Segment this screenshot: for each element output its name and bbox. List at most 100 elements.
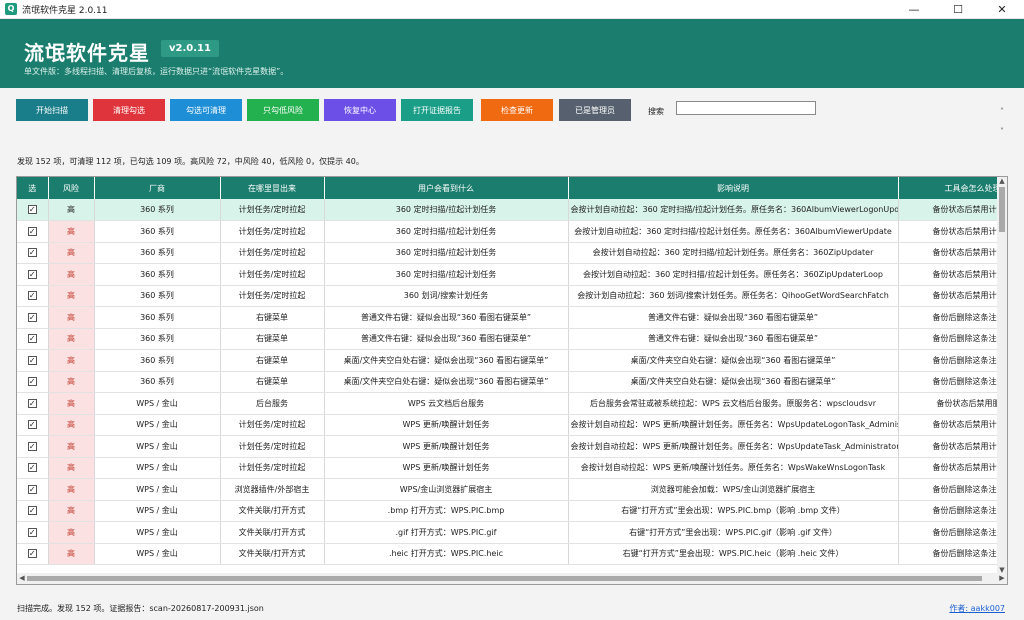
row-checkbox[interactable]: ✓ xyxy=(27,226,37,236)
cell-select: ✓ xyxy=(17,349,49,372)
restore-center-button[interactable]: 恢复中心 xyxy=(324,99,396,121)
row-checkbox[interactable]: ✓ xyxy=(27,269,37,279)
chevron-down-icon[interactable]: ˅ xyxy=(998,122,1006,142)
cell-location: 文件关联/打开方式 xyxy=(220,521,325,544)
close-button[interactable]: ✕ xyxy=(980,0,1024,19)
table-row[interactable]: ✓ 高 360 系列 右键菜单 普通文件右键：疑似会出现“360 看图右键菜单” 普通文件… xyxy=(17,306,1007,329)
cell-location: 右键菜单 xyxy=(220,371,325,393)
cell-vendor: 360 系列 xyxy=(94,220,221,243)
table-row[interactable]: ✓ 高 WPS / 金山 浏览器插件/外部宿主 WPS/金山浏览器扩展宿主 浏览器可能会加… xyxy=(17,478,1007,501)
cell-impact: 会按计划自动拉起：WPS 更新/唤醒计划任务。原任务名：WpsWakeWnsLo… xyxy=(568,457,899,479)
open-report-button[interactable]: 打开证据报告 xyxy=(401,99,473,121)
toolbar-scroll[interactable]: ˄ ˅ xyxy=(998,102,1006,142)
cell-action: 备份后删除这条注册表 xyxy=(898,349,1007,372)
cell-impact: 右键“打开方式”里会出现：WPS.PIC.gif（影响 .gif 文件） xyxy=(568,521,899,544)
window-title: 流氓软件克星 2.0.11 xyxy=(22,5,108,16)
cell-select: ✓ xyxy=(17,199,49,221)
table-row[interactable]: ✓ 高 360 系列 右键菜单 桌面/文件夹空白处右键：疑似会出现“360 看图右键菜单… xyxy=(17,371,1007,393)
table-row[interactable]: ✓ 高 WPS / 金山 后台服务 WPS 云文档后台服务 后台服务会常驻或被系统拉起：W… xyxy=(17,392,1007,415)
vertical-scroll-thumb[interactable] xyxy=(999,187,1005,232)
table-row[interactable]: ✓ 高 360 系列 计划任务/定时拉起 360 定时扫描/拉起计划任务 会按计划自动拉起… xyxy=(17,263,1007,286)
row-checkbox[interactable]: ✓ xyxy=(27,506,37,516)
admin-status-button[interactable]: 已是管理员 xyxy=(559,99,631,121)
cell-action: 备份状态后禁用计划任 xyxy=(898,199,1007,221)
cell-select: ✓ xyxy=(17,478,49,501)
cell-action: 备份状态后禁用计划任 xyxy=(898,242,1007,264)
horizontal-scroll-thumb[interactable] xyxy=(27,576,982,581)
row-checkbox[interactable]: ✓ xyxy=(27,527,37,537)
table-row[interactable]: ✓ 高 360 系列 右键菜单 桌面/文件夹空白处右键：疑似会出现“360 看图右键菜单… xyxy=(17,349,1007,372)
row-checkbox[interactable]: ✓ xyxy=(27,291,37,301)
horizontal-scrollbar[interactable]: ◀ ▶ xyxy=(17,573,1007,584)
cell-user-sees: 桌面/文件夹空白处右键：疑似会出现“360 看图右键菜单” xyxy=(324,371,569,393)
cell-action: 备份后删除这条注册表 xyxy=(898,371,1007,393)
vertical-scrollbar[interactable]: ▲ ▼ xyxy=(997,177,1007,574)
row-checkbox[interactable]: ✓ xyxy=(27,484,37,494)
row-checkbox[interactable]: ✓ xyxy=(27,398,37,408)
table-row[interactable]: ✓ 高 WPS / 金山 文件关联/打开方式 .bmp 打开方式：WPS.PIC.bmp… xyxy=(17,500,1007,522)
table-row[interactable]: ✓ 高 WPS / 金山 文件关联/打开方式 .heic 打开方式：WPS.PIC.he… xyxy=(17,543,1007,565)
table-row[interactable]: ✓ 高 WPS / 金山 计划任务/定时拉起 WPS 更新/唤醒计划任务 会按计划自动拉起… xyxy=(17,435,1007,458)
cell-select: ✓ xyxy=(17,242,49,264)
results-table: 选 风险 厂商 在哪里冒出来 用户会看到什么 影响说明 工具会怎么处理 ✓ 高 36… xyxy=(16,176,1008,585)
scroll-left-icon[interactable]: ◀ xyxy=(17,573,27,584)
app-title: 流氓软件克星 xyxy=(24,41,150,65)
table-row[interactable]: ✓ 高 WPS / 金山 计划任务/定时拉起 WPS 更新/唤醒计划任务 会按计划自动拉起… xyxy=(17,414,1007,436)
col-vendor[interactable]: 厂商 xyxy=(94,177,221,199)
search-input[interactable] xyxy=(676,101,816,115)
row-checkbox[interactable]: ✓ xyxy=(27,420,37,430)
col-location[interactable]: 在哪里冒出来 xyxy=(220,177,325,199)
check-update-button[interactable]: 检查更新 xyxy=(481,99,553,121)
row-checkbox[interactable]: ✓ xyxy=(27,334,37,344)
cell-select: ✓ xyxy=(17,263,49,286)
table-row[interactable]: ✓ 高 WPS / 金山 文件关联/打开方式 .gif 打开方式：WPS.PIC.gif… xyxy=(17,521,1007,544)
cell-impact: 会按计划自动拉起：360 定时扫描/拉起计划任务。原任务名：360ZipUpda… xyxy=(568,242,899,264)
cell-action: 备份状态后禁用计划任 xyxy=(898,414,1007,436)
col-risk[interactable]: 风险 xyxy=(48,177,95,199)
row-checkbox[interactable]: ✓ xyxy=(27,377,37,387)
cell-user-sees: 普通文件右键：疑似会出现“360 看图右键菜单” xyxy=(324,328,569,350)
cell-select: ✓ xyxy=(17,392,49,415)
table-row[interactable]: ✓ 高 WPS / 金山 计划任务/定时拉起 WPS 更新/唤醒计划任务 会按计划自动拉起… xyxy=(17,457,1007,479)
row-checkbox[interactable]: ✓ xyxy=(27,441,37,451)
table-row[interactable]: ✓ 高 360 系列 计划任务/定时拉起 360 划词/搜索计划任务 会按计划自动拉起：3… xyxy=(17,285,1007,307)
cell-impact: 会按计划自动拉起：360 定时扫描/拉起计划任务。原任务名：360AlbumVi… xyxy=(568,199,899,221)
row-checkbox[interactable]: ✓ xyxy=(27,312,37,322)
col-select[interactable]: 选 xyxy=(17,177,49,199)
start-scan-button[interactable]: 开始扫描 xyxy=(16,99,88,121)
cell-select: ✓ xyxy=(17,328,49,350)
row-checkbox[interactable]: ✓ xyxy=(27,463,37,473)
cell-risk: 高 xyxy=(48,414,95,436)
col-user-sees[interactable]: 用户会看到什么 xyxy=(324,177,569,199)
table-row[interactable]: ✓ 高 360 系列 右键菜单 普通文件右键：疑似会出现“360 看图右键菜单” 普通文件… xyxy=(17,328,1007,350)
chevron-up-icon[interactable]: ˄ xyxy=(998,102,1006,122)
cell-vendor: WPS / 金山 xyxy=(94,500,221,522)
table-row[interactable]: ✓ 高 360 系列 计划任务/定时拉起 360 定时扫描/拉起计划任务 会按计划自动拉起… xyxy=(17,199,1007,221)
window-controls: — ☐ ✕ xyxy=(892,0,1024,19)
scroll-up-icon[interactable]: ▲ xyxy=(997,177,1007,185)
cell-vendor: 360 系列 xyxy=(94,328,221,350)
check-cleanable-button[interactable]: 勾选可清理 xyxy=(170,99,242,121)
col-action[interactable]: 工具会怎么处理 xyxy=(898,177,1007,199)
search-label: 搜索 xyxy=(648,107,664,116)
cell-impact: 会按计划自动拉起：WPS 更新/唤醒计划任务。原任务名：WpsUpdateLog… xyxy=(568,414,899,436)
table-row[interactable]: ✓ 高 360 系列 计划任务/定时拉起 360 定时扫描/拉起计划任务 会按计划自动拉起… xyxy=(17,220,1007,243)
table-row[interactable]: ✓ 高 360 系列 计划任务/定时拉起 360 定时扫描/拉起计划任务 会按计划自动拉起… xyxy=(17,242,1007,264)
author-link[interactable]: 作者: aakk007 xyxy=(949,603,1005,614)
cell-user-sees: 360 定时扫描/拉起计划任务 xyxy=(324,242,569,264)
row-checkbox[interactable]: ✓ xyxy=(27,205,37,214)
col-impact[interactable]: 影响说明 xyxy=(568,177,899,199)
cell-vendor: WPS / 金山 xyxy=(94,392,221,415)
cell-select: ✓ xyxy=(17,285,49,307)
maximize-button[interactable]: ☐ xyxy=(936,0,980,19)
check-low-risk-button[interactable]: 只勾低风险 xyxy=(247,99,319,121)
row-checkbox[interactable]: ✓ xyxy=(27,549,37,559)
scroll-right-icon[interactable]: ▶ xyxy=(997,573,1007,584)
minimize-button[interactable]: — xyxy=(892,0,936,19)
clean-checked-button[interactable]: 清理勾选 xyxy=(93,99,165,121)
cell-select: ✓ xyxy=(17,500,49,522)
cell-vendor: WPS / 金山 xyxy=(94,435,221,458)
row-checkbox[interactable]: ✓ xyxy=(27,248,37,258)
cell-risk: 高 xyxy=(48,285,95,307)
row-checkbox[interactable]: ✓ xyxy=(27,355,37,365)
